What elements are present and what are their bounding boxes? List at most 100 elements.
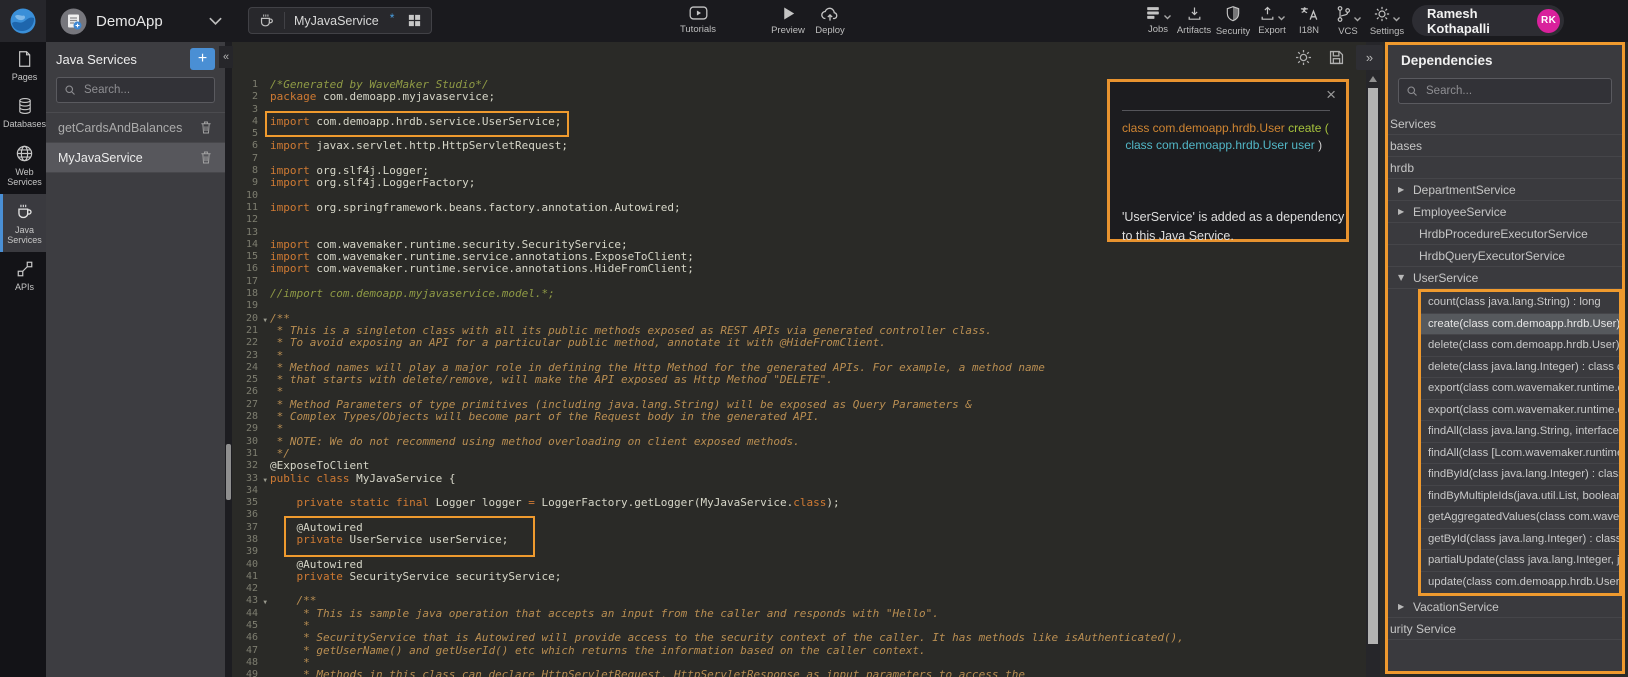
code-line[interactable]: 36 xyxy=(232,509,1366,521)
action-settings[interactable]: Settings xyxy=(1363,5,1411,37)
search-input[interactable] xyxy=(1424,84,1604,98)
editor-scrollbar[interactable] xyxy=(1366,42,1380,677)
action-tutorials[interactable]: Tutorials xyxy=(670,5,726,35)
service-item[interactable]: MyJavaService xyxy=(46,143,225,173)
editor-settings-gear-icon[interactable] xyxy=(1294,48,1313,67)
method-item[interactable]: delete(class java.lang.Integer) : class … xyxy=(1421,357,1619,379)
dependency-item-urity-service[interactable]: urity Service xyxy=(1388,618,1622,640)
code-line[interactable]: 41 private SecurityService securityServi… xyxy=(232,571,1366,583)
code-line[interactable]: 47 * getUserName() and getUserId() etc w… xyxy=(232,645,1366,657)
method-item[interactable]: getById(class java.lang.Integer) : class… xyxy=(1421,529,1619,551)
method-item[interactable]: update(class com.demoapp.hrdb.User) : cl xyxy=(1421,572,1619,594)
method-item[interactable]: findByMultipleIds(java.util.List, boolea… xyxy=(1421,486,1619,508)
trash-icon[interactable] xyxy=(199,120,213,135)
chevron-right-icon[interactable]: ▶ xyxy=(1398,185,1407,194)
save-icon[interactable] xyxy=(1327,48,1346,67)
vcs-branch-icon xyxy=(1335,5,1352,23)
app-selector[interactable]: DemoApp xyxy=(60,0,163,42)
close-icon[interactable]: × xyxy=(1326,86,1336,103)
method-item[interactable]: export(class com.wavemaker.runtime.data xyxy=(1421,400,1619,422)
scrollbar-thumb[interactable] xyxy=(226,444,231,500)
sidebar-item-databases[interactable]: Databases xyxy=(0,89,46,136)
user-menu[interactable]: Ramesh Kothapalli RK xyxy=(1412,5,1564,36)
code-line[interactable]: 49 * Methods in this class can declare H… xyxy=(232,669,1366,677)
method-item[interactable]: findAll(class [Lcom.wavemaker.runtime.da xyxy=(1421,443,1619,465)
code-line[interactable]: 44 * This is sample java operation that … xyxy=(232,608,1366,620)
line-number: 20▼ xyxy=(232,313,258,325)
trash-icon[interactable] xyxy=(199,150,213,165)
chevron-down-icon[interactable] xyxy=(208,15,223,27)
dependency-item-hrdb[interactable]: hrdb xyxy=(1388,157,1622,179)
collapse-panel-button[interactable]: « xyxy=(219,46,233,68)
code-line[interactable]: 38 private UserService userService; xyxy=(232,534,1366,546)
wavemaker-logo-icon[interactable] xyxy=(0,0,46,42)
action-export[interactable]: Export xyxy=(1250,5,1294,36)
scroll-up-icon[interactable] xyxy=(1369,76,1377,82)
code-line[interactable]: 35 private static final Logger logger = … xyxy=(232,497,1366,509)
code-line[interactable]: 33▼public class MyJavaService { xyxy=(232,473,1366,485)
service-list: getCardsAndBalancesMyJavaService xyxy=(46,112,225,173)
method-item[interactable]: delete(class com.demoapp.hrdb.User) : vo… xyxy=(1421,335,1619,357)
line-number: 40 xyxy=(232,559,258,571)
add-service-button[interactable]: + xyxy=(190,48,215,70)
fold-arrow-icon[interactable]: ▼ xyxy=(263,475,267,487)
app-icon xyxy=(60,8,87,35)
line-number: 8 xyxy=(232,165,258,177)
search-input[interactable] xyxy=(82,83,207,97)
action-label: Artifacts xyxy=(1177,25,1211,36)
sidebar-item-java-services[interactable]: Java Services xyxy=(0,194,46,252)
dependency-item-userservice[interactable]: ▼UserService xyxy=(1388,267,1622,289)
fold-arrow-icon[interactable]: ▼ xyxy=(263,597,267,609)
dependency-item-hrdbqueryexecutorservice[interactable]: HrdbQueryExecutorService xyxy=(1388,245,1622,267)
code-line[interactable]: 22 * To avoid exposing an API for a part… xyxy=(232,337,1366,349)
chevron-right-icon[interactable]: ▶ xyxy=(1398,602,1407,611)
dependency-item-bases[interactable]: bases xyxy=(1388,135,1622,157)
deploy-cloud-upload-icon xyxy=(820,5,840,22)
code-text: * that starts with delete/remove, will m… xyxy=(258,374,833,386)
line-number: 26 xyxy=(232,386,258,398)
code-line[interactable]: 16import com.wavemaker.runtime.service.a… xyxy=(232,263,1366,275)
service-search[interactable] xyxy=(56,77,215,103)
method-item[interactable]: export(class com.wavemaker.runtime.data xyxy=(1421,378,1619,400)
fold-arrow-icon[interactable]: ▼ xyxy=(263,315,267,327)
dependency-item-hrdbprocedureexecutorservice[interactable]: HrdbProcedureExecutorService xyxy=(1388,223,1622,245)
code-line[interactable]: 39 xyxy=(232,546,1366,558)
dependencies-search[interactable] xyxy=(1398,78,1612,104)
code-text xyxy=(258,128,270,140)
scrollbar-thumb[interactable] xyxy=(1368,88,1378,644)
method-item[interactable]: create(class com.demoapp.hrdb.User) : cl… xyxy=(1421,314,1619,336)
line-number: 39 xyxy=(232,546,258,558)
search-icon xyxy=(1406,85,1418,97)
chevron-right-icon[interactable]: ▶ xyxy=(1398,207,1407,216)
method-item[interactable]: findAll(class java.lang.String, interfac… xyxy=(1421,421,1619,443)
sidebar-item-apis[interactable]: APIs xyxy=(0,252,46,299)
sidebar-item-pages[interactable]: Pages xyxy=(0,42,46,89)
code-line[interactable]: 25 * that starts with delete/remove, wil… xyxy=(232,374,1366,386)
code-line[interactable]: 28 * Complex Types/Objects will become p… xyxy=(232,411,1366,423)
panel-scrollbar[interactable] xyxy=(225,42,232,677)
method-item[interactable]: getAggregatedValues(class com.wavemak xyxy=(1421,507,1619,529)
code-line[interactable]: 42 xyxy=(232,583,1366,595)
code-line[interactable]: 18//import com.demoapp.myjavaservice.mod… xyxy=(232,288,1366,300)
code-line[interactable]: 30 * NOTE: We do not recommend using met… xyxy=(232,436,1366,448)
dependency-item-departmentservice[interactable]: ▶DepartmentService xyxy=(1388,179,1622,201)
method-item[interactable]: count(class java.lang.String) : long xyxy=(1421,292,1619,314)
method-item[interactable]: findById(class java.lang.Integer) : clas… xyxy=(1421,464,1619,486)
grid-icon[interactable] xyxy=(407,13,422,28)
action-i18n[interactable]: I18N xyxy=(1290,5,1328,36)
chevron-down-icon[interactable]: ▼ xyxy=(1398,273,1407,282)
line-number: 42 xyxy=(232,583,258,595)
dependency-item-employeeservice[interactable]: ▶EmployeeService xyxy=(1388,201,1622,223)
code-line[interactable]: 31 */ xyxy=(232,448,1366,460)
dependency-item-vacationservice[interactable]: ▶VacationService xyxy=(1388,596,1622,618)
chevron-small xyxy=(1277,14,1286,22)
tab-myjavaservice[interactable]: MyJavaService * xyxy=(248,7,432,34)
expand-panel-button[interactable]: » xyxy=(1356,45,1383,70)
dependency-item-services[interactable]: Services xyxy=(1388,113,1622,135)
line-number: 31 xyxy=(232,448,258,460)
sidebar-item-web-services[interactable]: Web Services xyxy=(0,136,46,194)
code-line[interactable]: 19 xyxy=(232,300,1366,312)
method-item[interactable]: partialUpdate(class java.lang.Integer, j… xyxy=(1421,550,1619,572)
action-deploy[interactable]: Deploy xyxy=(802,5,858,36)
service-item[interactable]: getCardsAndBalances xyxy=(46,113,225,143)
